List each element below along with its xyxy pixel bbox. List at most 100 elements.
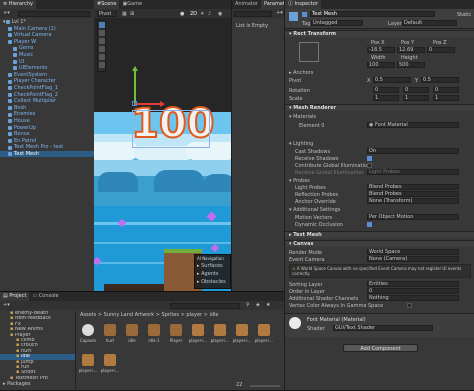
active-checkbox[interactable]	[302, 12, 307, 17]
pos-x-field[interactable]: -18.5	[367, 47, 395, 53]
hierarchy-item[interactable]: Main Camera (1)	[0, 26, 94, 33]
hierarchy-item[interactable]: Player W	[0, 39, 94, 46]
audio-icon[interactable]: ♪	[208, 11, 211, 17]
project-search-input[interactable]	[170, 302, 240, 309]
asset-tile[interactable]: idle-1	[144, 322, 164, 350]
add-icon[interactable]: +▾	[3, 10, 10, 16]
scale-tool-icon[interactable]	[99, 46, 105, 52]
hierarchy-item[interactable]: PowerUp	[0, 125, 94, 132]
ai-nav-obstacles[interactable]: ▸ Obstacles	[197, 279, 226, 285]
rect-tool-icon[interactable]	[99, 54, 105, 60]
static-toggle[interactable]: Static	[457, 12, 471, 18]
tab-project[interactable]: ▤ Project	[0, 292, 30, 301]
rect-transform-header[interactable]: ▾ Rect Transform	[285, 30, 474, 37]
transform-tool-icon[interactable]	[99, 62, 105, 68]
anchors-label[interactable]: ▸ Anchors	[285, 70, 313, 76]
canvas-header[interactable]: ▾ Canvas	[285, 240, 474, 247]
asset-tile[interactable]: player-i...	[78, 352, 98, 380]
add-asset-icon[interactable]: +▾	[3, 302, 10, 308]
shader-channels-dropdown[interactable]: Nothing	[367, 295, 459, 301]
light-icon[interactable]: ☀	[200, 11, 204, 17]
asset-tile[interactable]: hurt	[100, 322, 120, 350]
shader-dropdown[interactable]: GUI/Text Shader	[333, 325, 433, 331]
mesh-renderer-header[interactable]: ▾ Mesh Renderer	[285, 104, 474, 111]
additional-settings-label[interactable]: ▾ Additional Settings	[285, 207, 340, 213]
lighting-label[interactable]: ▾ Lighting	[285, 141, 313, 147]
hierarchy-item[interactable]: Player Character	[0, 78, 94, 85]
hierarchy-item[interactable]: Enemies	[0, 111, 94, 118]
hierarchy-item[interactable]: En Patrol	[0, 138, 94, 145]
hierarchy-item[interactable]: Text Mesh	[0, 150, 94, 158]
scale-z-field[interactable]: 1	[433, 95, 459, 101]
render-mode-dropdown[interactable]: World Space	[367, 249, 459, 255]
icon-size-slider[interactable]	[250, 385, 280, 387]
receive-gi-dropdown[interactable]: Light Probes	[367, 169, 459, 175]
asset-tile[interactable]: Player	[166, 322, 186, 350]
pos-y-field[interactable]: 12.69	[397, 47, 425, 53]
vertex-color-checkbox[interactable]	[407, 303, 412, 308]
text-mesh-header[interactable]: ▸ Text Mesh	[285, 231, 474, 238]
snap-icon[interactable]: ⊞	[130, 11, 134, 17]
asset-tile[interactable]: player-i...	[254, 322, 274, 350]
asset-tile[interactable]: Capsule	[78, 322, 98, 350]
hierarchy-item[interactable]: Bonus	[0, 131, 94, 138]
hierarchy-item[interactable]: House	[0, 118, 94, 125]
sorting-layer-dropdown[interactable]: Entities	[367, 281, 459, 287]
pivot-x-field[interactable]: 0.5	[373, 77, 411, 83]
order-in-layer-field[interactable]: 0	[367, 288, 459, 294]
contribute-gi-checkbox[interactable]	[367, 163, 372, 168]
asset-tile[interactable]: player-i...	[100, 352, 120, 380]
hierarchy-item[interactable]: Virtual Camera	[0, 32, 94, 39]
parameters-search-input[interactable]	[234, 10, 272, 17]
scale-x-field[interactable]: 1	[373, 95, 399, 101]
tab-hierarchy[interactable]: ≡ Hierarchy	[0, 0, 36, 9]
tab-scene[interactable]: #Scene	[94, 0, 120, 9]
pos-z-field[interactable]: 0	[427, 47, 455, 53]
height-field[interactable]: 500	[397, 62, 425, 68]
tag-dropdown[interactable]: Untagged	[311, 20, 363, 26]
hierarchy-item[interactable]: Text Mesh Pro - text	[0, 144, 94, 151]
element-field[interactable]: ◉ Font Material	[367, 122, 459, 128]
tab-game[interactable]: ▣Game	[119, 0, 145, 9]
star-icon[interactable]: ★	[266, 302, 270, 308]
tab-console[interactable]: ▭ Console	[29, 292, 61, 301]
asset-tile[interactable]: player-i...	[232, 322, 252, 350]
reflection-probes-dropdown[interactable]: Blend Probes	[367, 191, 459, 197]
shading-icon[interactable]: ●	[180, 11, 184, 17]
hierarchy-item[interactable]: Gems	[0, 45, 94, 52]
light-probes-dropdown[interactable]: Blend Probes	[367, 184, 459, 190]
hierarchy-item[interactable]: Bosh	[0, 105, 94, 112]
asset-tile[interactable]: player-i...	[210, 322, 230, 350]
add-parameter-icon[interactable]: +▾	[276, 10, 283, 16]
hierarchy-item[interactable]: UIElements	[0, 65, 94, 72]
rotate-tool-icon[interactable]	[99, 38, 105, 44]
scale-y-field[interactable]: 1	[403, 95, 429, 101]
hierarchy-search-input[interactable]	[18, 10, 90, 17]
dynamic-occlusion-checkbox[interactable]	[367, 222, 372, 227]
receive-shadows-checkbox[interactable]	[367, 156, 372, 161]
move-tool-icon[interactable]	[99, 30, 105, 36]
tab-inspector[interactable]: ⓘ Inspector	[285, 0, 321, 9]
rotation-y-field[interactable]: 0	[403, 87, 429, 93]
hierarchy-item[interactable]: CheckPointFlag_2	[0, 92, 94, 99]
rotation-x-field[interactable]: 0	[373, 87, 399, 93]
hand-tool-icon[interactable]	[99, 22, 105, 28]
width-field[interactable]: 100	[367, 62, 395, 68]
packages-folder[interactable]: ▸ Packages	[0, 381, 75, 388]
mode-2d-button[interactable]: 2D	[190, 11, 197, 17]
hierarchy-item[interactable]: EventSystem	[0, 72, 94, 79]
probes-label[interactable]: ▾ Probes	[285, 178, 310, 184]
layer-dropdown[interactable]: Default	[402, 20, 457, 26]
font-material-title[interactable]: Font Material (Material)	[307, 317, 366, 323]
hierarchy-item[interactable]: Collect Multiplier	[0, 98, 94, 105]
tab-animator[interactable]: Animator	[232, 0, 261, 9]
asset-tile[interactable]: idle	[122, 322, 142, 350]
filter-icon[interactable]: ⚲	[246, 302, 250, 308]
add-component-button[interactable]: Add Component	[343, 344, 418, 352]
pivot-y-field[interactable]: 0.5	[421, 77, 459, 83]
ai-nav-agents[interactable]: ▸ Agents	[197, 271, 219, 277]
pivot-dropdown[interactable]: Pivot	[97, 10, 117, 17]
hierarchy-item[interactable]: Music	[0, 52, 94, 59]
motion-vectors-dropdown[interactable]: Per Object Motion	[367, 214, 459, 220]
materials-label[interactable]: ▾ Materials	[285, 114, 316, 120]
